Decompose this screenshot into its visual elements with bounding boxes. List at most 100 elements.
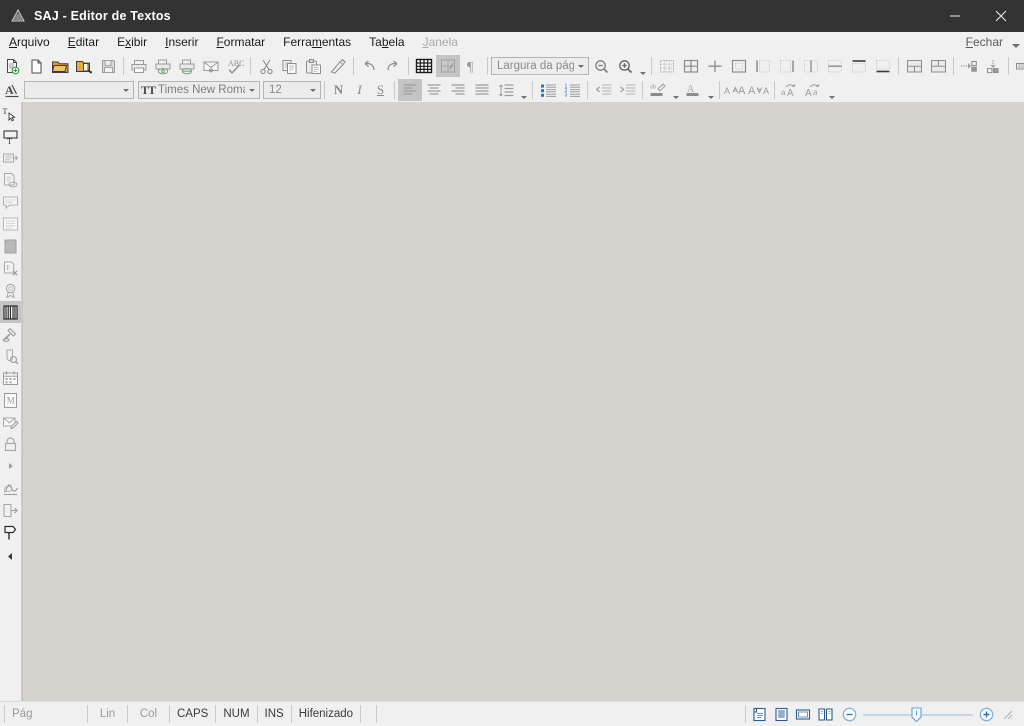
export-button[interactable]: [0, 499, 21, 521]
underline-button[interactable]: S: [370, 79, 391, 101]
font-name-dropdown-icon[interactable]: [245, 82, 259, 98]
print-preview-button[interactable]: [151, 55, 175, 77]
status-zoom-in-button[interactable]: [979, 707, 994, 722]
line-spacing-caret-icon[interactable]: [518, 77, 529, 104]
spellcheck-button[interactable]: ABC: [223, 55, 247, 77]
zoom-out-button[interactable]: [589, 55, 613, 77]
lowercase-button[interactable]: A a: [802, 79, 826, 101]
flag-marker-button[interactable]: [0, 521, 21, 543]
barcode-button[interactable]: [0, 301, 21, 323]
format-painter-button[interactable]: [326, 55, 350, 77]
collapse-rail-button[interactable]: [0, 545, 21, 567]
select-text-tool-button[interactable]: T: [0, 103, 21, 125]
menu-formatar[interactable]: Formatar: [207, 33, 274, 53]
show-grid-button[interactable]: [412, 55, 436, 77]
bullet-list-button[interactable]: [536, 79, 560, 101]
page-break-button[interactable]: [0, 235, 21, 257]
highlight-color-button[interactable]: ab: [646, 79, 670, 101]
open-model-button[interactable]: [72, 55, 96, 77]
zoom-level-select[interactable]: Largura da págin: [491, 57, 589, 75]
zoom-in-button[interactable]: [613, 55, 637, 77]
text-style-button[interactable]: A: [0, 79, 24, 101]
comment-button[interactable]: [0, 191, 21, 213]
font-color-caret-icon[interactable]: [705, 77, 716, 104]
menu-tabela[interactable]: Tabela: [360, 33, 413, 53]
minimize-button[interactable]: [932, 0, 978, 32]
table-borders-all-button[interactable]: [679, 55, 703, 77]
copy-button[interactable]: [278, 55, 302, 77]
zoom-slider-handle[interactable]: [911, 706, 922, 722]
close-button[interactable]: [978, 0, 1024, 32]
table-border-inside-h-button[interactable]: [823, 55, 847, 77]
list-items-button[interactable]: [0, 213, 21, 235]
split-cells-button[interactable]: [926, 55, 950, 77]
increase-font-size-button[interactable]: A A: [723, 79, 747, 101]
lock-document-button[interactable]: [0, 433, 21, 455]
blank-page-button[interactable]: [24, 55, 48, 77]
menu-ferramentas[interactable]: Ferramentas: [274, 33, 360, 53]
align-right-button[interactable]: [446, 79, 470, 101]
paragraph-style-select[interactable]: [24, 81, 134, 99]
undo-button[interactable]: [357, 55, 381, 77]
attachment-search-button[interactable]: [0, 345, 21, 367]
menu-editar[interactable]: Editar: [59, 33, 108, 53]
remove-field-button[interactable]: F: [0, 257, 21, 279]
bold-button[interactable]: N: [328, 79, 349, 101]
align-center-button[interactable]: [422, 79, 446, 101]
merge-cells-button[interactable]: [902, 55, 926, 77]
view-two-page-button[interactable]: [814, 704, 836, 724]
zoom-dropdown-caret-icon[interactable]: [637, 53, 648, 80]
insert-row-button[interactable]: [957, 55, 981, 77]
line-spacing-button[interactable]: [494, 79, 518, 101]
align-justify-button[interactable]: [470, 79, 494, 101]
status-ins[interactable]: INS: [258, 705, 292, 723]
view-web-layout-button[interactable]: [792, 704, 814, 724]
show-marks-button[interactable]: ¶: [460, 55, 484, 77]
model-manager-button[interactable]: M: [0, 389, 21, 411]
decrease-font-size-button[interactable]: A A: [747, 79, 771, 101]
show-fields-button[interactable]: [436, 55, 460, 77]
table-split-cross-button[interactable]: [703, 55, 727, 77]
close-document-button[interactable]: Fechar: [960, 33, 1009, 53]
insert-column-button[interactable]: [981, 55, 1005, 77]
paste-button[interactable]: [302, 55, 326, 77]
save-button[interactable]: [96, 55, 120, 77]
expand-more-button[interactable]: [0, 455, 21, 477]
table-border-inside-v-button[interactable]: [799, 55, 823, 77]
text-box-tool-button[interactable]: T: [0, 125, 21, 147]
view-normal-button[interactable]: [748, 704, 770, 724]
numbered-list-button[interactable]: 1 2 3: [560, 79, 584, 101]
envelope-edit-button[interactable]: [0, 411, 21, 433]
insert-field-button[interactable]: [0, 147, 21, 169]
status-zoom-out-button[interactable]: [842, 707, 857, 722]
highlight-color-caret-icon[interactable]: [670, 77, 681, 104]
font-name-select[interactable]: TT Times New Romar: [138, 81, 260, 99]
table-border-left-button[interactable]: [751, 55, 775, 77]
status-hyphenation[interactable]: Hifenizado: [292, 705, 362, 723]
menu-arquivo[interactable]: Arquivo: [0, 33, 59, 53]
increase-indent-button[interactable]: [615, 79, 639, 101]
menu-exibir[interactable]: Exibir: [108, 33, 156, 53]
distribute-rows-button[interactable]: [1012, 55, 1024, 77]
resize-grip-icon[interactable]: [1000, 707, 1014, 721]
align-left-button[interactable]: [398, 79, 422, 101]
signature-button[interactable]: [0, 477, 21, 499]
table-border-bottom-button[interactable]: [871, 55, 895, 77]
menu-overflow-caret-icon[interactable]: [1012, 43, 1020, 48]
send-mail-button[interactable]: [199, 55, 223, 77]
document-canvas[interactable]: [22, 102, 1024, 701]
table-border-top-button[interactable]: [847, 55, 871, 77]
open-folder-button[interactable]: [48, 55, 72, 77]
decrease-indent-button[interactable]: [591, 79, 615, 101]
table-border-right-button[interactable]: [775, 55, 799, 77]
document-properties-button[interactable]: [0, 169, 21, 191]
insert-table-button[interactable]: [655, 55, 679, 77]
new-document-button[interactable]: [0, 55, 24, 77]
font-color-button[interactable]: A: [681, 79, 705, 101]
cut-button[interactable]: [254, 55, 278, 77]
italic-button[interactable]: I: [349, 79, 370, 101]
paragraph-style-dropdown-icon[interactable]: [119, 82, 133, 98]
redo-button[interactable]: [381, 55, 405, 77]
gavel-button[interactable]: [0, 323, 21, 345]
font-size-select[interactable]: 12: [263, 81, 321, 99]
